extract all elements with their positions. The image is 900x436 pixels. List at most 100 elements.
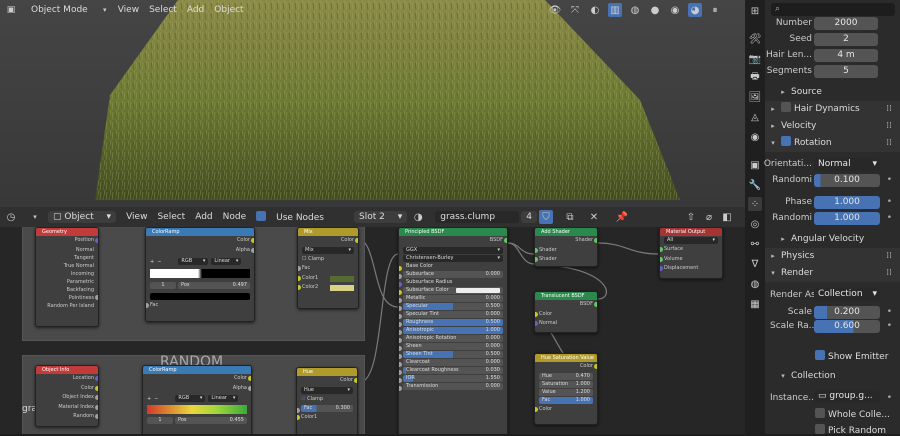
3d-viewport[interactable]: ▣ Object Mode ▾ View Select Add Object 👁… bbox=[0, 0, 745, 207]
texture-icon[interactable]: ▦ bbox=[748, 297, 762, 311]
node-object-info[interactable]: Object Info Location Color Object Index … bbox=[35, 365, 99, 427]
render-as-select[interactable]: Collection ▾ bbox=[814, 288, 880, 301]
ramp-mode[interactable]: RGB ▾ bbox=[178, 258, 209, 265]
shading-wireframe-icon[interactable]: ◍ bbox=[628, 3, 642, 17]
bsdf-input-field[interactable]: Transmission 0.000 bbox=[403, 382, 503, 390]
angular-velocity-subpanel[interactable]: ▸ Angular Velocity bbox=[765, 231, 900, 248]
node-principled-bsdf[interactable]: Principled BSDF BSDF GGX ▾ Christensen-Bu… bbox=[398, 227, 508, 434]
tool-icon[interactable]: 🛠 bbox=[748, 32, 762, 46]
menu-view[interactable]: View bbox=[118, 5, 139, 15]
bsdf-input-field[interactable]: Clearcoat Roughness 0.030 bbox=[403, 366, 503, 374]
bsdf-input-field[interactable]: Metallic 0.000 bbox=[403, 294, 503, 302]
velocity-panel[interactable]: ▸ Velocity ⁞⁞ bbox=[765, 118, 900, 135]
slot-select[interactable]: Slot 2 ▾ bbox=[354, 211, 408, 223]
pick-random-checkbox[interactable]: Pick Random bbox=[815, 424, 886, 436]
ramp-pos[interactable]: Pos 0.455 bbox=[175, 417, 247, 424]
shader-type-select[interactable]: ▢ Object ▾ bbox=[48, 211, 117, 223]
keyframe-dot-icon[interactable]: • bbox=[887, 197, 892, 207]
render-icon[interactable]: 📷 bbox=[748, 52, 762, 66]
node-colorramp-top[interactable]: ColorRamp Color Alpha + − RGB ▾ Linear ▾ 1 … bbox=[145, 227, 255, 322]
ramp-interp[interactable]: Linear ▾ bbox=[208, 395, 239, 402]
ramp-gradient[interactable] bbox=[150, 269, 250, 278]
parent-node-tree-icon[interactable]: ⇧ bbox=[684, 210, 698, 224]
color2-swatch[interactable] bbox=[330, 285, 354, 291]
blend-mode[interactable]: Mix ▾ bbox=[302, 246, 354, 254]
ramp-mode[interactable]: RGB ▾ bbox=[175, 395, 206, 402]
material-users-count[interactable]: 4 bbox=[521, 211, 537, 223]
node-editor[interactable]: COLOR RANDOM grass.clump Geometry Positi… bbox=[0, 207, 745, 434]
render-panel[interactable]: ▾ Render ⁞⁞ bbox=[765, 265, 900, 282]
bsdf-input-field[interactable]: Sheen 0.000 bbox=[403, 342, 503, 350]
node-mix[interactable]: Mix Color Mix ▾ ☐ Clamp Fac Color1 Color2 bbox=[297, 227, 359, 309]
output-icon[interactable]: 🖶 bbox=[748, 70, 762, 84]
shading-solid-icon[interactable]: ● bbox=[648, 3, 662, 17]
keyframe-dot-icon[interactable]: • bbox=[887, 175, 892, 185]
hsv-input-field[interactable]: Value 1.200 bbox=[539, 388, 593, 396]
keyframe-dot-icon[interactable]: • bbox=[887, 321, 892, 331]
object-icon[interactable]: ▣ bbox=[748, 158, 762, 172]
add-stop-icon[interactable]: + bbox=[147, 396, 151, 402]
constraints-icon[interactable]: ⚯ bbox=[748, 237, 762, 251]
keyframe-dot-icon[interactable]: • bbox=[887, 307, 892, 317]
shading-material-icon[interactable]: ◉ bbox=[668, 3, 682, 17]
keyframe-dot-icon[interactable]: • bbox=[887, 213, 892, 223]
scale-field[interactable]: 0.200 bbox=[814, 306, 880, 319]
editor-type-icon[interactable]: ◷ bbox=[4, 210, 18, 224]
hair-length-field[interactable]: 4 m bbox=[814, 49, 878, 62]
material-browse-icon[interactable]: ◑ bbox=[411, 210, 425, 224]
menu-add[interactable]: Add bbox=[195, 212, 212, 222]
color1-swatch[interactable] bbox=[330, 275, 354, 282]
ramp-stop-index[interactable]: 1 bbox=[147, 417, 173, 424]
menu-add[interactable]: Add bbox=[187, 5, 204, 15]
scene-icon[interactable]: ◬ bbox=[748, 110, 762, 124]
material-name-field[interactable]: grass.clump bbox=[435, 211, 520, 223]
remove-stop-icon[interactable]: − bbox=[154, 396, 158, 402]
overlay-toggle-icon[interactable]: ◧ bbox=[720, 210, 734, 224]
data-icon[interactable]: ∇ bbox=[748, 257, 762, 271]
subsurface-color-swatch[interactable] bbox=[455, 287, 500, 293]
ramp-stop-color[interactable] bbox=[150, 293, 250, 300]
number-field[interactable]: 2000 bbox=[814, 17, 878, 30]
use-nodes-checkbox[interactable]: Use Nodes bbox=[256, 211, 334, 223]
node-hue-saturation-value[interactable]: Hue Saturation Value Color Hue 0.470 Satur… bbox=[534, 353, 598, 425]
xray-icon[interactable]: ▥ bbox=[608, 3, 622, 17]
bsdf-input-field[interactable]: Base Color bbox=[403, 263, 503, 270]
physics-panel[interactable]: ▸ Physics ⁞⁞ bbox=[765, 248, 900, 265]
menu-view[interactable]: View bbox=[126, 212, 147, 222]
remove-stop-icon[interactable]: − bbox=[157, 259, 161, 265]
bsdf-input-field[interactable]: Anisotropic Rotation 0.000 bbox=[403, 334, 503, 342]
add-stop-icon[interactable]: + bbox=[150, 259, 154, 265]
mode-select[interactable]: Object Mode bbox=[31, 5, 88, 15]
randomize-field[interactable]: 0.100 bbox=[814, 174, 880, 187]
phase-field[interactable]: 1.000 bbox=[814, 196, 880, 209]
physics-icon[interactable]: ◎ bbox=[748, 217, 762, 231]
particles-icon[interactable]: ⁘ bbox=[748, 197, 762, 211]
bsdf-input-field[interactable]: Subsurface 0.000 bbox=[403, 270, 503, 278]
hsv-input-field[interactable]: Hue 0.470 bbox=[539, 372, 593, 380]
pin-icon[interactable]: 📌 bbox=[615, 210, 629, 224]
shield-icon[interactable]: ⛉ bbox=[538, 210, 553, 224]
hair-dynamics-panel[interactable]: ▸ Hair Dynamics ⁞⁞ bbox=[765, 101, 900, 118]
search-input[interactable]: ⌕ bbox=[771, 3, 895, 16]
material-icon[interactable]: ◍ bbox=[748, 277, 762, 291]
pause-icon[interactable]: ⏸ bbox=[708, 3, 722, 17]
ramp-pos[interactable]: Pos 0.497 bbox=[178, 282, 250, 289]
instance-collection-field[interactable]: ▭ group.g... bbox=[814, 390, 880, 403]
fac-field[interactable]: Fac 0.300 bbox=[301, 405, 353, 412]
hsv-input-field[interactable]: Saturation 1.000 bbox=[539, 380, 593, 388]
phase-randomize-field[interactable]: 1.000 bbox=[814, 212, 880, 225]
bsdf-input-field[interactable]: Anisotropic 1.000 bbox=[403, 326, 503, 334]
duplicate-icon[interactable]: ⧉ bbox=[563, 210, 577, 224]
subsurface-method-select[interactable]: Christensen-Burley ▾ bbox=[403, 254, 503, 262]
drag-handle-icon[interactable]: ⁞⁞ bbox=[886, 101, 892, 118]
clamp-checkbox[interactable]: ☑ Clamp bbox=[297, 395, 357, 405]
editor-type-icon[interactable]: ⊞ bbox=[748, 4, 762, 18]
blend-mode[interactable]: Hue ▾ bbox=[301, 386, 353, 394]
show-emitter-checkbox[interactable]: Show Emitter bbox=[815, 350, 888, 362]
visibility-icon[interactable]: 👁 bbox=[548, 3, 562, 17]
node-geometry[interactable]: Geometry Position Normal Tangent True No… bbox=[35, 227, 99, 327]
source-subpanel[interactable]: ▸ Source bbox=[765, 84, 900, 101]
node-add-shader[interactable]: Add Shader Shader Shader Shader bbox=[534, 227, 598, 267]
ramp-gradient[interactable] bbox=[147, 405, 247, 414]
orientation-select[interactable]: Normal ▾ bbox=[814, 158, 880, 171]
